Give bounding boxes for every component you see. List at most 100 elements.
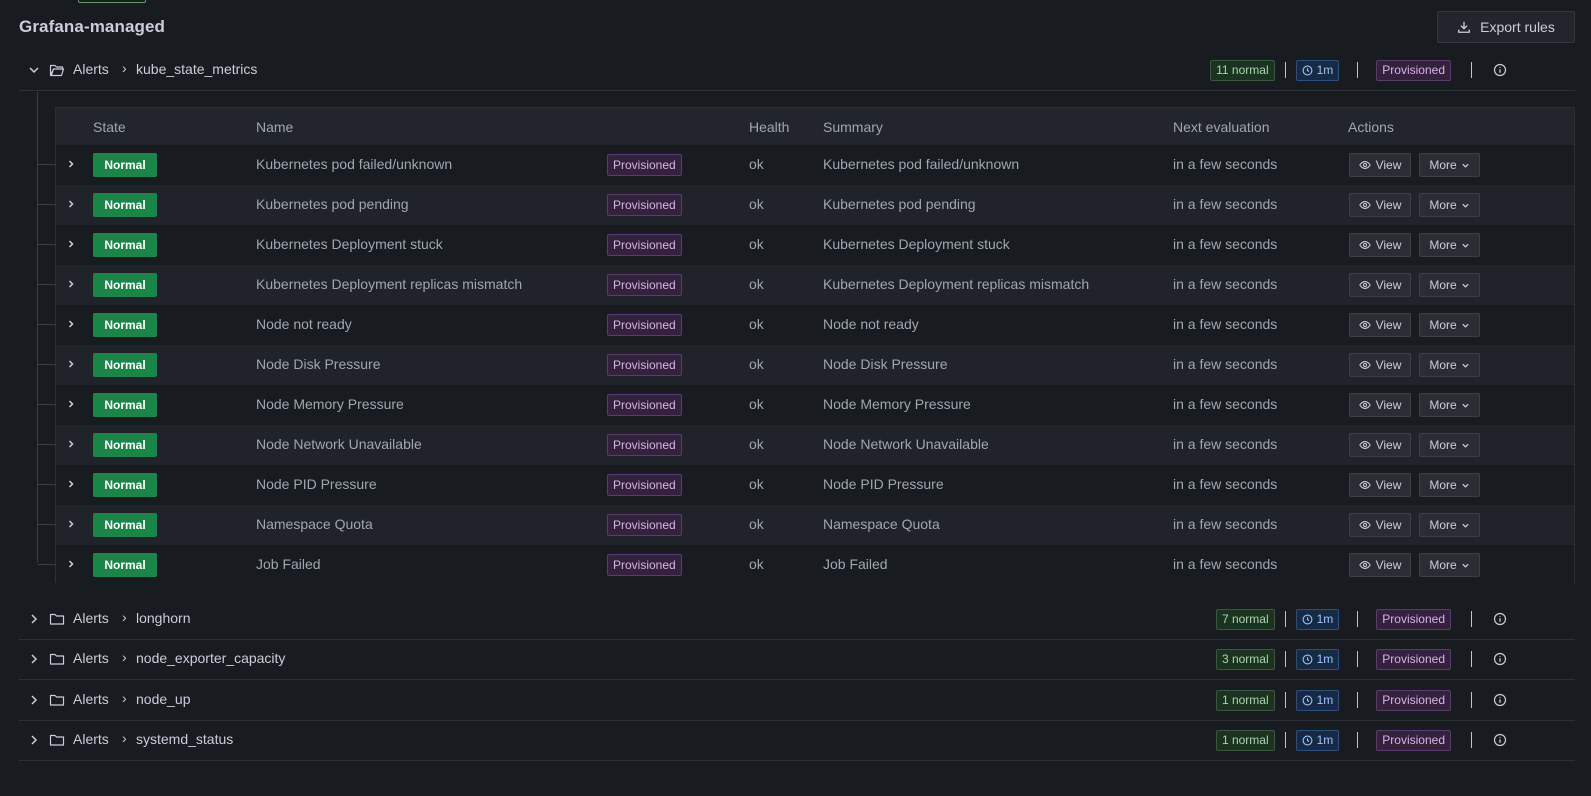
health-value: ok [749, 356, 764, 372]
view-button[interactable]: View [1349, 513, 1411, 537]
more-button[interactable]: More [1419, 193, 1480, 217]
chevron-right-icon[interactable] [65, 358, 77, 370]
summary-text: Namespace Quota [823, 516, 940, 532]
view-label: View [1375, 358, 1402, 372]
more-button[interactable]: More [1419, 153, 1480, 177]
more-button[interactable]: More [1419, 233, 1480, 257]
chevron-right-icon[interactable] [27, 693, 41, 707]
eye-icon [1358, 241, 1371, 249]
chevron-right-icon[interactable] [27, 733, 41, 747]
rule-name: Namespace Quota [256, 516, 373, 532]
chevron-right-icon[interactable] [65, 558, 77, 570]
view-button[interactable]: View [1349, 193, 1411, 217]
eye-icon [1358, 521, 1371, 529]
tree-branch-line [38, 404, 56, 405]
view-label: View [1375, 238, 1402, 252]
rule-group-row[interactable]: Alerts › node_exporter_capacity 3 normal… [19, 639, 1575, 680]
provisioned-badge: Provisioned [607, 234, 682, 256]
summary-text: Job Failed [823, 556, 888, 572]
chevron-right-icon[interactable] [27, 612, 41, 626]
table-row: Normal Kubernetes pod pending Provisione… [38, 185, 1574, 225]
state-badge: Normal [93, 273, 157, 297]
rule-name: Node Memory Pressure [256, 396, 404, 412]
chevron-right-icon[interactable] [65, 518, 77, 530]
view-button[interactable]: View [1349, 433, 1411, 457]
chevron-right-icon[interactable] [65, 478, 77, 490]
chevron-down-icon [1462, 563, 1469, 568]
normal-count-badge: 11 normal [1210, 59, 1275, 81]
view-button[interactable]: View [1349, 473, 1411, 497]
more-button[interactable]: More [1419, 513, 1480, 537]
state-badge: Normal [93, 473, 157, 497]
info-circle-icon[interactable] [1493, 733, 1507, 747]
rule-group-row[interactable]: Alerts › systemd_status 1 normal 1m Prov… [19, 720, 1575, 761]
chevron-right-icon[interactable] [65, 238, 77, 250]
tree-branch-line [38, 444, 56, 445]
state-badge: Normal [93, 553, 157, 577]
more-label: More [1429, 158, 1457, 172]
table-row: Normal Kubernetes Deployment replicas mi… [38, 265, 1574, 305]
next-evaluation-text: in a few seconds [1173, 156, 1278, 172]
more-button[interactable]: More [1419, 273, 1480, 297]
chevron-right-icon[interactable] [65, 198, 77, 210]
chevron-right-icon[interactable] [65, 158, 77, 170]
divider [1471, 62, 1472, 78]
view-button[interactable]: View [1349, 273, 1411, 297]
info-circle-icon[interactable] [1493, 652, 1507, 666]
chevron-right-icon[interactable] [65, 398, 77, 410]
export-rules-button[interactable]: Export rules [1437, 11, 1575, 43]
rule-group-row[interactable]: Alerts › kube_state_metrics 11 normal 1m… [19, 50, 1575, 91]
provisioned-badge: Provisioned [607, 514, 682, 536]
eye-icon [1358, 321, 1371, 329]
summary-text: Kubernetes Deployment replicas mismatch [823, 276, 1090, 292]
more-label: More [1429, 398, 1457, 412]
view-button[interactable]: View [1349, 153, 1411, 177]
more-label: More [1429, 198, 1457, 212]
group-name: node_exporter_capacity [136, 650, 286, 666]
view-button[interactable]: View [1349, 353, 1411, 377]
rule-group-row[interactable]: Alerts › node_up 1 normal 1m Provisioned [19, 680, 1575, 721]
export-rules-label: Export rules [1480, 19, 1555, 35]
rule-group-row[interactable]: Alerts › longhorn 7 normal 1m Provisione… [19, 599, 1575, 640]
more-button[interactable]: More [1419, 473, 1480, 497]
interval-badge: 1m [1295, 608, 1340, 630]
more-button[interactable]: More [1419, 313, 1480, 337]
interval-label: 1m [1316, 692, 1334, 707]
more-label: More [1429, 518, 1457, 532]
rule-name: Node Disk Pressure [256, 356, 381, 372]
chevron-down-icon[interactable] [27, 63, 41, 77]
health-value: ok [749, 396, 764, 412]
divider [1471, 692, 1472, 708]
more-button[interactable]: More [1419, 433, 1480, 457]
normal-count-badge: 3 normal [1215, 648, 1275, 670]
view-button[interactable]: View [1349, 313, 1411, 337]
view-label: View [1375, 478, 1402, 492]
table-row: Normal Node Network Unavailable Provisio… [38, 425, 1574, 465]
view-button[interactable]: View [1349, 393, 1411, 417]
divider [1357, 732, 1359, 748]
more-button[interactable]: More [1419, 553, 1480, 577]
chevron-right-icon[interactable] [65, 438, 77, 450]
view-button[interactable]: View [1349, 233, 1411, 257]
interval-label: 1m [1316, 651, 1334, 666]
state-badge: Normal [93, 153, 157, 177]
info-circle-icon[interactable] [1493, 693, 1507, 707]
provisioned-badge: Provisioned [607, 394, 682, 416]
chevron-right-icon[interactable] [65, 318, 77, 330]
summary-text: Node Network Unavailable [823, 436, 989, 452]
divider [1284, 611, 1286, 627]
info-circle-icon[interactable] [1493, 63, 1507, 77]
info-circle-icon[interactable] [1493, 612, 1507, 626]
view-button[interactable]: View [1349, 553, 1411, 577]
chevron-down-icon [1462, 443, 1469, 448]
more-button[interactable]: More [1419, 353, 1480, 377]
chevron-down-icon [1462, 283, 1469, 288]
chevron-down-icon [1462, 323, 1469, 328]
clock-icon [1302, 735, 1313, 745]
more-button[interactable]: More [1419, 393, 1480, 417]
chevron-right-icon[interactable] [27, 652, 41, 666]
clock-icon [1302, 654, 1313, 664]
chevron-right-icon[interactable] [65, 278, 77, 290]
interval-label: 1m [1316, 732, 1334, 747]
view-label: View [1375, 398, 1402, 412]
